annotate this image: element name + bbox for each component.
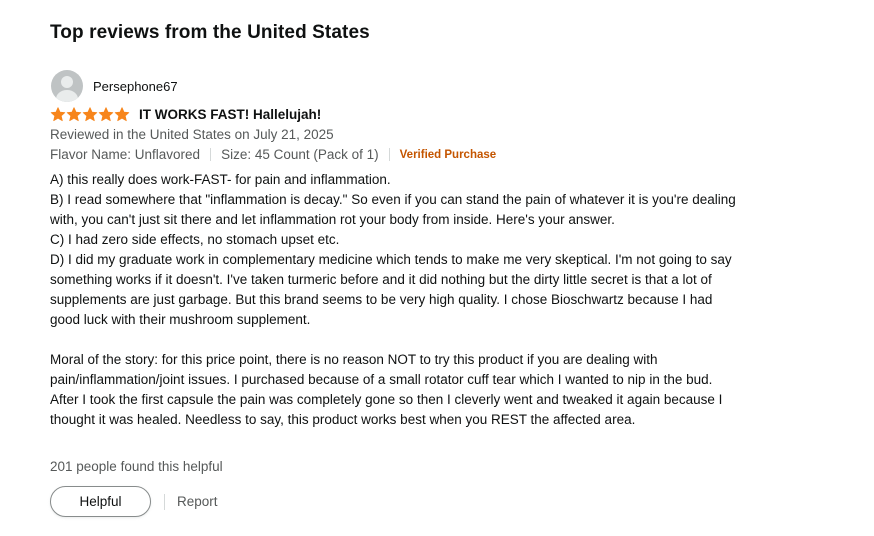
divider	[210, 148, 212, 161]
divider	[164, 493, 165, 510]
section-title: Top reviews from the United States	[50, 22, 370, 43]
reviewer-profile[interactable]: Persephone67	[51, 70, 178, 102]
review-paragraph: D) I did my graduate work in complementa…	[50, 252, 732, 327]
divider	[388, 148, 390, 161]
helpful-count: 201 people found this helpful	[50, 459, 223, 474]
star-icon	[50, 107, 66, 122]
star-icon	[82, 107, 98, 122]
star-icon	[66, 107, 82, 122]
review-title[interactable]: IT WORKS FAST! Hallelujah!	[139, 107, 321, 122]
verified-purchase-badge: Verified Purchase	[399, 148, 497, 161]
review-paragraph: C) I had zero side effects, no stomach u…	[50, 232, 340, 247]
review-title-row: IT WORKS FAST! Hallelujah!	[50, 107, 321, 122]
review-date: Reviewed in the United States on July 21…	[50, 127, 334, 142]
flavor-link[interactable]: Flavor Name: Unflavored	[50, 147, 200, 162]
review-paragraph: B) I read somewhere that "inflammation i…	[50, 192, 736, 227]
review-paragraph: Moral of the story: for this price point…	[50, 352, 723, 427]
size-link[interactable]: Size: 45 Count (Pack of 1)	[221, 147, 379, 162]
star-rating[interactable]	[50, 107, 130, 122]
avatar	[51, 70, 83, 102]
star-icon	[114, 107, 130, 122]
report-link[interactable]: Report	[177, 494, 218, 509]
review-paragraph: A) this really does work-FAST- for pain …	[50, 172, 391, 187]
paragraph-break	[50, 330, 740, 350]
review-actions: Helpful Report	[50, 486, 218, 517]
star-icon	[98, 107, 114, 122]
helpful-button[interactable]: Helpful	[50, 486, 151, 517]
variant-info: Flavor Name: Unflavored Size: 45 Count (…	[50, 147, 496, 162]
review-body: A) this really does work-FAST- for pain …	[50, 170, 740, 430]
reviewer-name[interactable]: Persephone67	[93, 79, 178, 94]
